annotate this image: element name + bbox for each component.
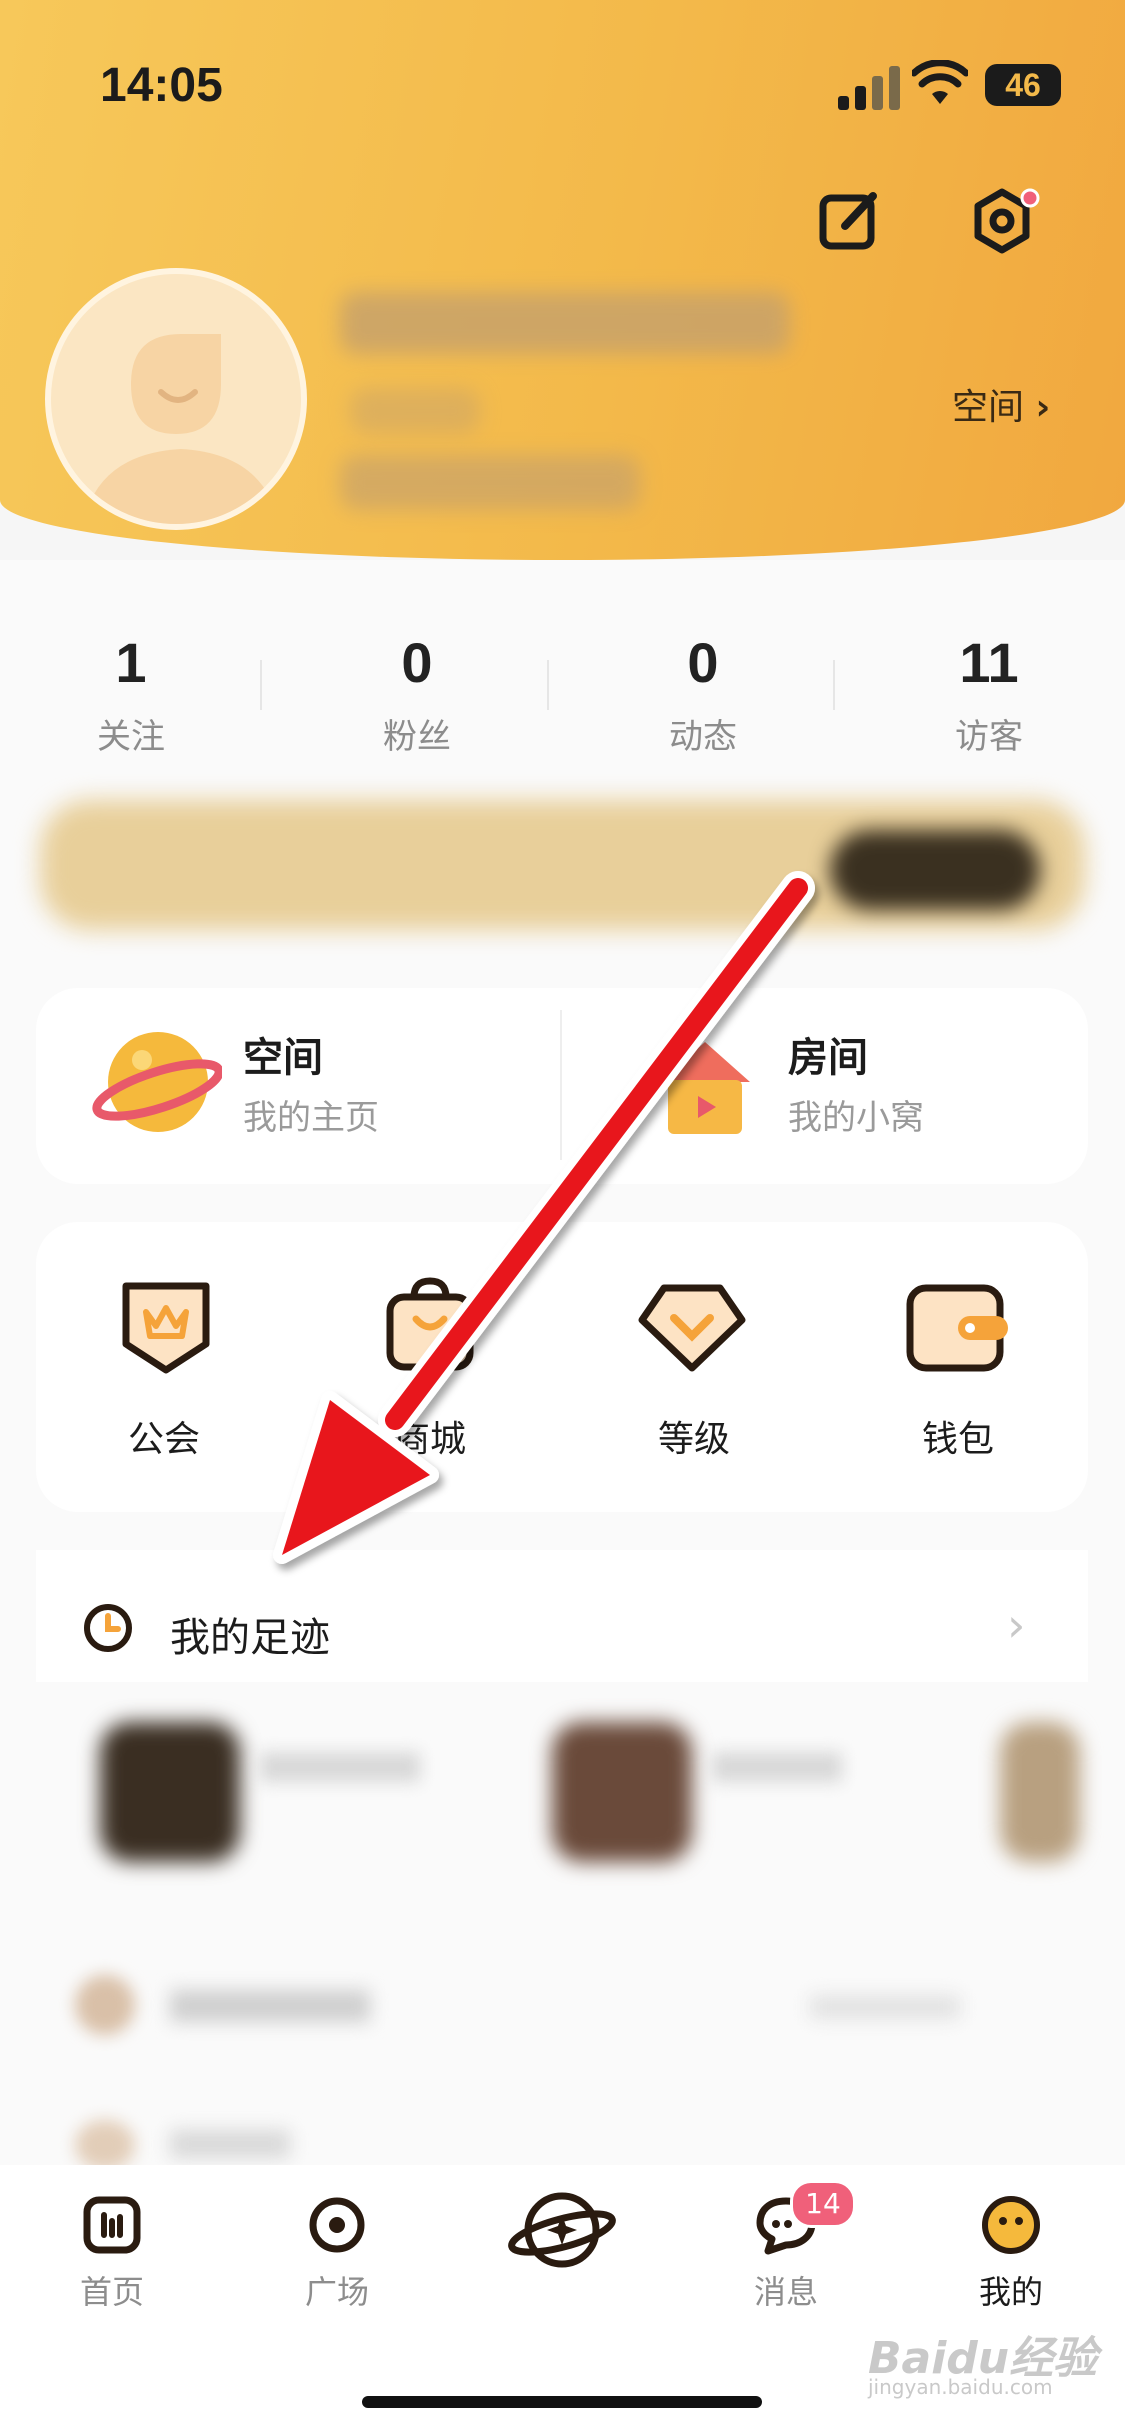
plaza-icon bbox=[309, 2197, 365, 2253]
tab-me[interactable]: 我的 bbox=[931, 2195, 1091, 2313]
watermark-url: jingyan.baidu.com bbox=[868, 2375, 1053, 2399]
tab-center[interactable] bbox=[482, 2185, 642, 2279]
planet-center-icon bbox=[508, 2192, 616, 2268]
annotation-arrow bbox=[273, 871, 815, 1564]
me-icon bbox=[982, 2196, 1040, 2254]
message-badge: 14 bbox=[790, 2180, 856, 2228]
tab-plaza[interactable]: 广场 bbox=[257, 2195, 417, 2313]
home-icon bbox=[83, 2196, 141, 2254]
tab-home[interactable]: 首页 bbox=[32, 2195, 192, 2313]
home-indicator[interactable] bbox=[362, 2396, 762, 2408]
